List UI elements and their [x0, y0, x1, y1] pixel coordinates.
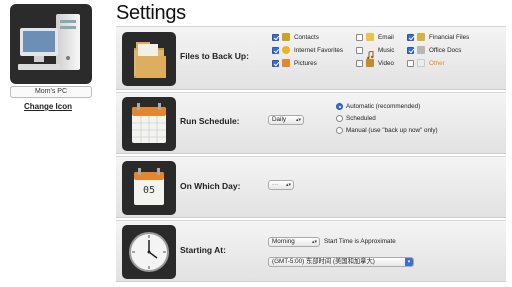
folder-icon	[122, 32, 176, 86]
scheduled-label: Scheduled	[346, 115, 376, 122]
change-icon-link[interactable]: Change Icon	[24, 102, 72, 111]
email-label: Email	[378, 34, 394, 41]
timezone-value: (GMT-5:00) 东部时间 (美国和加拿大)	[272, 258, 375, 265]
office-docs-label: Office Docs	[429, 47, 462, 54]
select-arrow-icon: ▴▾	[311, 239, 317, 245]
start-time-note: Start Time is Approximate	[324, 238, 396, 245]
computer-name: Mom's PC	[10, 86, 92, 98]
start-section: Starting At: Morning ▴▾ Start Time is Ap…	[116, 220, 506, 282]
automatic-radio[interactable]	[336, 103, 343, 110]
automatic-label: Automatic (recommended)	[346, 103, 421, 110]
other-checkbox[interactable]	[407, 60, 414, 67]
files-label: Files to Back Up:	[180, 51, 249, 61]
other-icon	[417, 59, 425, 67]
select-arrow-icon: ▾	[405, 258, 413, 266]
day-select-value: ---	[272, 181, 279, 188]
internet-favorites-label: Internet Favorites	[294, 47, 343, 54]
day-section: 05 On Which Day: --- ▴▾	[116, 156, 506, 218]
manual-label: Manual (use "back up now" only)	[346, 127, 438, 134]
day-calendar-icon: 05	[122, 161, 176, 215]
star-icon	[282, 46, 290, 54]
office-docs-checkbox[interactable]	[407, 47, 414, 54]
video-checkbox[interactable]	[356, 60, 363, 67]
financial-files-label: Financial Files	[429, 34, 470, 41]
start-label: Starting At:	[180, 245, 226, 255]
calendar-icon	[122, 97, 176, 151]
manual-radio[interactable]	[336, 127, 343, 134]
calendar-number: 05	[142, 185, 156, 196]
clock-icon	[122, 225, 176, 279]
email-checkbox[interactable]	[356, 34, 363, 41]
computer-panel: Mom's PC Change Icon	[0, 0, 100, 287]
schedule-label: Run Schedule:	[180, 116, 240, 126]
contacts-checkbox[interactable]	[272, 34, 279, 41]
schedule-select[interactable]: Daily ▴▾	[268, 115, 304, 125]
music-label: Music	[378, 47, 395, 54]
day-label: On Which Day:	[180, 181, 241, 191]
docs-icon	[417, 46, 425, 54]
select-arrow-icon: ▴▾	[285, 182, 291, 188]
financial-files-checkbox[interactable]	[407, 34, 414, 41]
other-label: Other	[429, 60, 445, 67]
start-time-select[interactable]: Morning ▴▾	[268, 237, 320, 247]
contacts-label: Contacts	[294, 34, 319, 41]
scheduled-radio[interactable]	[336, 115, 343, 122]
start-time-value: Morning	[272, 238, 295, 245]
schedule-select-value: Daily	[272, 116, 286, 123]
select-arrow-icon: ▴▾	[295, 117, 301, 123]
files-section: Files to Back Up: Contacts Internet Favo…	[116, 26, 506, 90]
email-icon	[366, 33, 374, 41]
schedule-section: Run Schedule: Daily ▴▾ Automatic (recomm…	[116, 92, 506, 154]
video-label: Video	[378, 60, 394, 67]
pictures-checkbox[interactable]	[272, 60, 279, 67]
page-title: Settings	[116, 2, 186, 24]
video-icon	[366, 59, 374, 67]
pictures-icon	[282, 59, 290, 67]
pictures-label: Pictures	[294, 60, 317, 67]
internet-favorites-checkbox[interactable]	[272, 47, 279, 54]
day-select[interactable]: --- ▴▾	[268, 180, 294, 190]
financial-icon	[417, 33, 425, 41]
music-checkbox[interactable]	[356, 47, 363, 54]
timezone-select[interactable]: (GMT-5:00) 东部时间 (美国和加拿大) ▾	[268, 257, 414, 267]
computer-icon[interactable]	[10, 4, 92, 84]
music-icon	[366, 46, 374, 60]
contacts-icon	[282, 33, 290, 41]
